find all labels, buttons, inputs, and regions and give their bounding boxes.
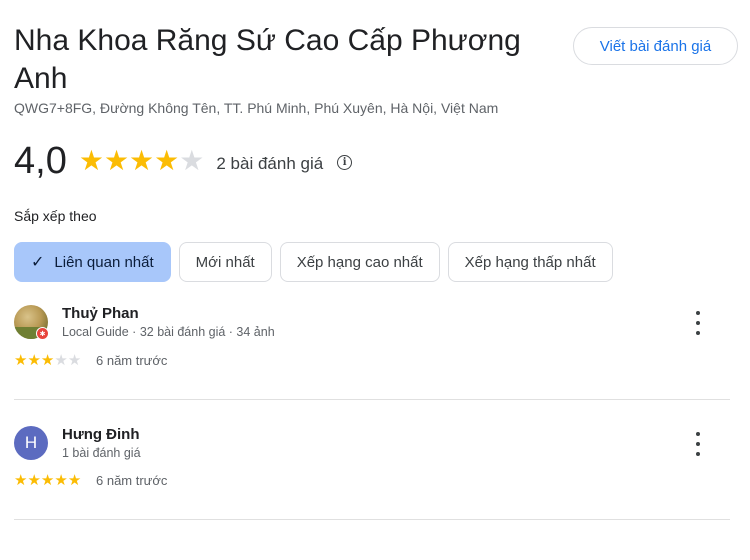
review-count: 2 bài đánh giá <box>216 154 324 173</box>
star-icon: ★ <box>27 472 41 489</box>
star-icon: ★ <box>40 352 55 369</box>
star-icon: ★ <box>14 352 28 369</box>
divider <box>14 399 730 400</box>
review-item: H Hưng Đinh 1 bài đánh giá ★ ★ ★ ★ ★ 6 n… <box>14 426 730 496</box>
rating-value: 4,0 <box>14 140 67 182</box>
rating-stars: ★ ★ ★ ★ ★ <box>79 147 205 175</box>
star-icon: ★ <box>40 472 55 489</box>
star-icon: ★ <box>103 145 130 176</box>
rating-summary: 4,0 ★ ★ ★ ★ ★ 2 bài đánh giá i <box>14 139 353 183</box>
avatar[interactable]: H <box>14 426 48 460</box>
divider <box>14 519 730 520</box>
star-icon: ★ <box>54 352 68 369</box>
place-address: QWG7+8FG, Đường Không Tên, TT. Phú Minh,… <box>14 100 499 116</box>
review-time: 6 năm trước <box>96 353 168 368</box>
sort-chips: ✓ Liên quan nhất Mới nhất Xếp hạng cao n… <box>14 242 613 282</box>
reviewer-name[interactable]: Hưng Đinh <box>62 426 140 443</box>
more-options-icon[interactable] <box>688 432 708 456</box>
sort-chip-highest[interactable]: Xếp hạng cao nhất <box>279 242 440 282</box>
sort-chip-relevant[interactable]: ✓ Liên quan nhất <box>14 242 171 282</box>
star-icon: ★ <box>78 145 104 176</box>
star-icon: ★ <box>14 472 28 489</box>
sort-chip-label: Liên quan nhất <box>54 253 154 271</box>
reviewer-meta: Local Guide · 32 bài đánh giá · 34 ảnh <box>62 325 275 339</box>
sort-chip-label: Xếp hạng cao nhất <box>296 253 423 271</box>
star-icon: ★ <box>54 472 68 489</box>
star-icon: ★ <box>129 145 155 176</box>
sort-chip-label: Xếp hạng thấp nhất <box>464 253 596 271</box>
more-options-icon[interactable] <box>688 311 708 335</box>
reviewer-name[interactable]: Thuỷ Phan <box>62 305 139 322</box>
star-icon: ★ <box>154 145 180 176</box>
check-icon: ✓ <box>31 254 45 271</box>
star-icon: ★ <box>67 472 82 489</box>
star-icon: ★ <box>179 145 205 176</box>
review-time: 6 năm trước <box>96 473 168 488</box>
reviewer-meta: 1 bài đánh giá <box>62 446 141 460</box>
review-stars: ★ ★ ★ ★ ★ <box>14 473 81 488</box>
place-title: Nha Khoa Răng Sứ Cao Cấp Phương Anh <box>14 24 521 95</box>
review-item: ✱ Thuỷ Phan Local Guide · 32 bài đánh gi… <box>14 305 730 375</box>
sort-label: Sắp xếp theo <box>14 208 97 224</box>
info-icon[interactable]: i <box>337 155 353 170</box>
sort-chip-lowest[interactable]: Xếp hạng thấp nhất <box>447 242 613 282</box>
sort-chip-label: Mới nhất <box>195 253 255 271</box>
star-icon: ★ <box>67 352 82 369</box>
write-review-button[interactable]: Viết bài đánh giá <box>573 27 738 65</box>
sort-chip-newest[interactable]: Mới nhất <box>178 242 272 282</box>
review-stars: ★ ★ ★ ★ ★ <box>14 353 81 368</box>
local-guide-badge-icon: ✱ <box>36 327 49 340</box>
star-icon: ★ <box>27 352 41 369</box>
